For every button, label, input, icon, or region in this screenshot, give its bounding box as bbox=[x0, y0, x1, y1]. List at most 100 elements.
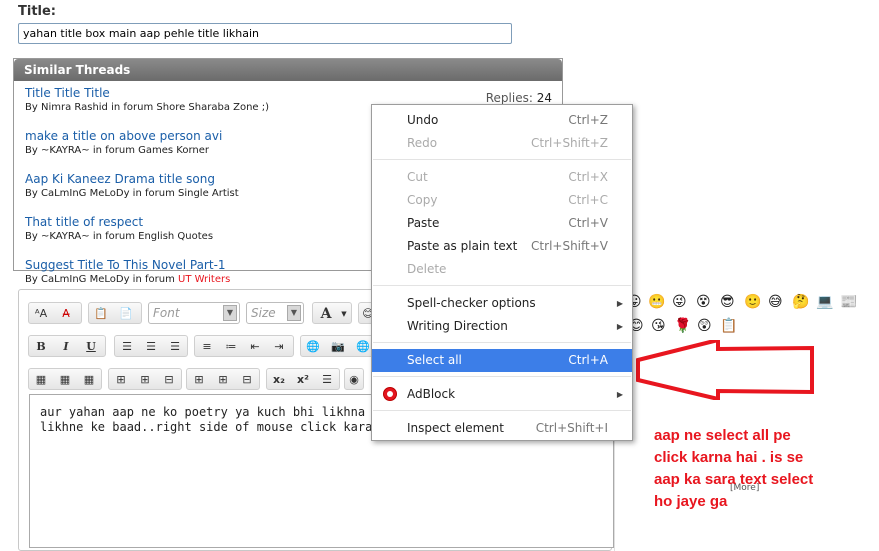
menu-item-label: Undo bbox=[407, 113, 439, 127]
toolbar-group: 🌐 📷 🌐 bbox=[300, 335, 378, 357]
menu-item-label: Select all bbox=[407, 353, 462, 367]
menu-item-shortcut: Ctrl+V bbox=[568, 216, 608, 230]
title-label: Title: bbox=[18, 4, 57, 19]
menu-item-label: AdBlock bbox=[407, 387, 456, 401]
chevron-down-icon: ▼ bbox=[223, 305, 237, 321]
smiley-icon[interactable]: 😎 bbox=[720, 294, 735, 310]
smiley-icon[interactable]: 😲 bbox=[697, 318, 712, 334]
menu-item-label: Delete bbox=[407, 262, 447, 276]
menu-item-paste-plain[interactable]: Paste as plain text Ctrl+Shift+V bbox=[372, 235, 632, 258]
toolbar-group: ⊞ ⊞ ⊟ bbox=[186, 368, 260, 390]
insert-row-above-icon[interactable]: ⊞ bbox=[112, 371, 130, 389]
indent-icon[interactable]: ⇥ bbox=[270, 338, 288, 356]
menu-item-writing-direction[interactable]: Writing Direction ▶ bbox=[372, 315, 632, 338]
smiley-icon[interactable]: 📋 bbox=[720, 318, 737, 334]
menu-item-paste[interactable]: Paste Ctrl+V bbox=[372, 212, 632, 235]
title-input[interactable] bbox=[18, 23, 512, 44]
menu-item-select-all[interactable]: Select all Ctrl+A bbox=[372, 349, 632, 372]
menu-item-spell-checker[interactable]: Spell-checker options ▶ bbox=[372, 292, 632, 315]
menu-item-delete[interactable]: Delete bbox=[372, 258, 632, 281]
similar-threads-heading: Similar Threads bbox=[14, 59, 562, 81]
menu-item-label: Redo bbox=[407, 136, 438, 150]
smiley-icon[interactable]: 🙂 bbox=[744, 294, 761, 310]
size-select[interactable]: Size ▼ bbox=[246, 302, 304, 324]
menu-item-redo[interactable]: Redo Ctrl+Shift+Z bbox=[372, 132, 632, 155]
submenu-arrow-icon: ▶ bbox=[616, 322, 623, 331]
numbered-list-icon[interactable]: ≡ bbox=[198, 338, 216, 356]
chevron-down-icon: ▼ bbox=[287, 305, 301, 321]
insert-row-below-icon[interactable]: ⊞ bbox=[136, 371, 154, 389]
smiley-icon[interactable]: 💻 bbox=[816, 294, 833, 310]
delete-column-icon[interactable]: ⊟ bbox=[238, 371, 256, 389]
menu-separator bbox=[373, 342, 631, 343]
smiley-icon[interactable]: 😵 bbox=[696, 294, 711, 310]
red-arrow-annotation bbox=[636, 340, 814, 400]
arrow-shape bbox=[636, 340, 814, 400]
submenu-arrow-icon: ▶ bbox=[616, 390, 623, 399]
outdent-icon[interactable]: ⇤ bbox=[246, 338, 264, 356]
toolbar-group: B I U bbox=[28, 335, 106, 357]
underline-icon[interactable]: U bbox=[82, 338, 100, 356]
insert-video-icon[interactable]: 🌐 bbox=[354, 338, 372, 356]
menu-separator bbox=[373, 376, 631, 377]
smiley-icon[interactable]: 😅 bbox=[768, 294, 783, 310]
superscript-icon[interactable]: x² bbox=[294, 371, 312, 389]
delete-row-icon[interactable]: ⊟ bbox=[160, 371, 178, 389]
submenu-arrow-icon: ▶ bbox=[616, 299, 623, 308]
adblock-icon bbox=[383, 387, 397, 401]
table-properties-icon[interactable]: ▦ bbox=[56, 371, 74, 389]
insert-column-right-icon[interactable]: ⊞ bbox=[214, 371, 232, 389]
thread-replies: Replies: 24 bbox=[486, 91, 552, 105]
menu-item-inspect[interactable]: Inspect element Ctrl+Shift+I bbox=[372, 417, 632, 440]
menu-item-shortcut: Ctrl+X bbox=[568, 170, 608, 184]
insert-column-left-icon[interactable]: ⊞ bbox=[190, 371, 208, 389]
insert-image-icon[interactable]: 📷 bbox=[329, 338, 347, 356]
delete-table-icon[interactable]: ▦ bbox=[80, 371, 98, 389]
menu-item-shortcut: Ctrl+Z bbox=[568, 113, 608, 127]
forum-link[interactable]: UT Writers bbox=[178, 274, 230, 285]
menu-item-adblock[interactable]: AdBlock ▶ bbox=[372, 383, 632, 406]
menu-item-label: Spell-checker options bbox=[407, 296, 536, 310]
horizontal-rule-icon[interactable]: ☰ bbox=[318, 371, 336, 389]
menu-item-shortcut: Ctrl+Shift+V bbox=[531, 239, 608, 253]
chevron-down-icon[interactable]: ▼ bbox=[335, 305, 353, 323]
smiley-icon[interactable]: 😜 bbox=[672, 294, 687, 310]
replies-count: 24 bbox=[536, 91, 552, 105]
align-left-icon[interactable]: ☰ bbox=[118, 338, 136, 356]
menu-item-label: Paste bbox=[407, 216, 440, 230]
switch-editor-mode-icon[interactable]: ᴬA bbox=[32, 305, 50, 323]
table-icon[interactable]: ▦ bbox=[32, 371, 50, 389]
subscript-icon[interactable]: x₂ bbox=[270, 371, 288, 389]
menu-item-undo[interactable]: Undo Ctrl+Z bbox=[372, 109, 632, 132]
bold-icon[interactable]: B bbox=[32, 338, 50, 356]
insert-link-icon[interactable]: 🌐 bbox=[304, 338, 322, 356]
toolbar-group: ◉ bbox=[344, 368, 364, 390]
menu-item-shortcut: Ctrl+A bbox=[568, 353, 608, 367]
remove-formatting-icon[interactable]: A̶ bbox=[57, 305, 75, 323]
italic-icon[interactable]: I bbox=[57, 338, 75, 356]
toolbar-group: x₂ x² ☰ bbox=[266, 368, 340, 390]
annotation-line: aap ne select all pe bbox=[654, 427, 791, 444]
align-center-icon[interactable]: ☰ bbox=[142, 338, 160, 356]
thread-byline-text: By CaLmInG MeLoDy in forum bbox=[25, 274, 175, 285]
menu-item-cut[interactable]: Cut Ctrl+X bbox=[372, 166, 632, 189]
smiley-icon[interactable]: 😬 bbox=[648, 294, 665, 310]
paste-icon[interactable]: 📋 bbox=[92, 305, 110, 323]
menu-separator bbox=[373, 159, 631, 160]
menu-item-copy[interactable]: Copy Ctrl+C bbox=[372, 189, 632, 212]
menu-item-label: Paste as plain text bbox=[407, 239, 518, 253]
font-color-icon[interactable]: A bbox=[317, 305, 335, 323]
smiley-icon[interactable]: 📰 bbox=[840, 294, 857, 310]
thread-title-link[interactable]: Title Title Title bbox=[25, 86, 562, 101]
smiley-icon[interactable]: 🌹 bbox=[674, 318, 691, 334]
paste-text-icon[interactable]: 📄 bbox=[117, 305, 135, 323]
menu-item-label: Cut bbox=[407, 170, 428, 184]
font-select[interactable]: Font ▼ bbox=[148, 302, 240, 324]
menu-item-label: Writing Direction bbox=[407, 319, 508, 333]
toolbar-group: ᴬA A̶ bbox=[28, 302, 82, 324]
align-right-icon[interactable]: ☰ bbox=[166, 338, 184, 356]
smiley-icon[interactable]: 🤔 bbox=[792, 294, 809, 310]
smiley-icon[interactable]: 😘 bbox=[651, 318, 666, 334]
bullet-list-icon[interactable]: ≔ bbox=[222, 338, 240, 356]
media-icon[interactable]: ◉ bbox=[345, 371, 363, 389]
